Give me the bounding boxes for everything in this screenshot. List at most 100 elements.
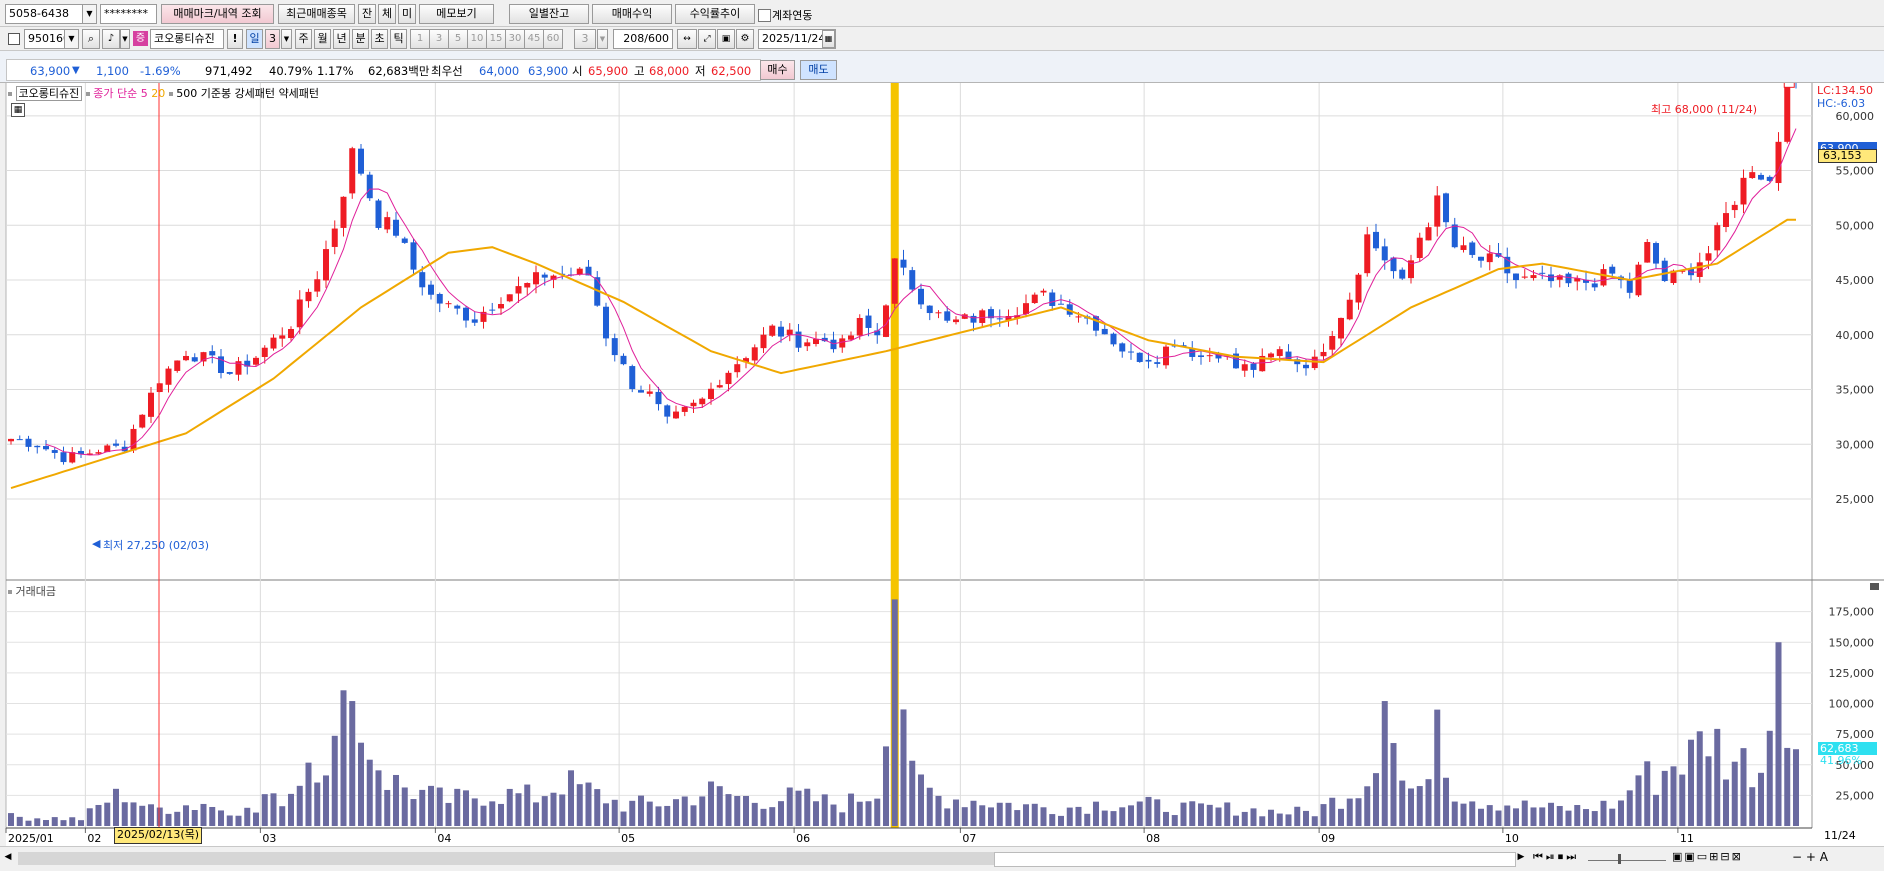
view-controls[interactable]: ▣▣▭⊞⊟⊠ — [1672, 850, 1743, 863]
volume-bar — [244, 807, 251, 826]
interval-button[interactable]: 15 — [486, 29, 506, 49]
chevron-down-icon[interactable]: ▼ — [120, 29, 130, 49]
chevron-left-icon[interactable]: ◀ — [2, 852, 14, 865]
volume-bar — [1731, 761, 1738, 826]
calendar-icon[interactable]: ▦ — [822, 30, 835, 48]
x-tick-label: 11 — [1680, 832, 1694, 845]
candle — [1635, 264, 1642, 296]
period-num[interactable]: 3 — [265, 29, 280, 49]
volume-bar — [865, 801, 872, 826]
period-year-button[interactable]: 년 — [333, 29, 350, 49]
volume-bar — [1705, 756, 1712, 826]
scroll-thumb[interactable] — [994, 852, 1516, 867]
legend-ma5[interactable]: 5 — [141, 87, 148, 100]
interval-button[interactable]: 45 — [524, 29, 544, 49]
period-min-button[interactable]: 분 — [352, 29, 369, 49]
zoom-controls[interactable]: − + A — [1792, 850, 1828, 864]
volume-bar — [218, 810, 224, 826]
interval-button[interactable]: 60 — [543, 29, 563, 49]
count-field[interactable]: 208/600 — [613, 29, 673, 49]
volume-bar — [1364, 786, 1371, 826]
period-month-button[interactable]: 월 — [314, 29, 331, 49]
save-icon[interactable]: ▣ — [717, 29, 735, 49]
candle — [60, 452, 67, 463]
trade-profit-button[interactable]: 매매수익 — [592, 4, 672, 24]
interval-button[interactable]: 5 — [448, 29, 468, 49]
search-icon[interactable]: ⌕ — [82, 29, 100, 49]
x-tick-label: 04 — [437, 832, 451, 845]
candle — [970, 315, 977, 323]
volume-bar — [209, 806, 216, 826]
chart-scrollbar[interactable]: ◀ ▶ ⏮⏯⏹⏭ ▣▣▭⊞⊟⊠ − + A — [0, 846, 1884, 871]
volume-bar — [1128, 805, 1134, 826]
zoom-slider[interactable] — [1588, 850, 1666, 866]
quote-amount: 62,683백만 — [368, 64, 430, 78]
stock-badge: 증 — [133, 31, 148, 46]
collapse-icon[interactable] — [1870, 583, 1879, 590]
link-icon[interactable]: ⤢ — [698, 29, 716, 49]
candle — [1705, 253, 1712, 261]
interval-select[interactable]: 3 — [574, 29, 596, 49]
che-button[interactable]: 체 — [378, 4, 396, 24]
chevron-down-icon[interactable]: ▼ — [281, 29, 292, 49]
volume-bar — [664, 805, 671, 826]
volume-bar — [1014, 810, 1021, 826]
interval-button[interactable]: 10 — [467, 29, 487, 49]
trade-marks-button[interactable]: 매매마크/내역 조회 — [161, 4, 274, 24]
legend-ma-label[interactable]: 종가 단순 — [93, 87, 137, 100]
period-sec-button[interactable]: 초 — [371, 29, 388, 49]
interval-button[interactable]: 1 — [410, 29, 430, 49]
grid-icon[interactable] — [8, 33, 20, 45]
candle — [25, 438, 32, 447]
interval-button[interactable]: 30 — [505, 29, 525, 49]
recent-trades-button[interactable]: 최근매매종목 — [278, 4, 355, 24]
account-link-checkbox[interactable] — [758, 9, 771, 22]
stock-name-field[interactable]: 코오롱티슈진 — [150, 29, 224, 49]
candle — [979, 310, 986, 323]
mi-button[interactable]: 미 — [398, 4, 416, 24]
quote-high: 68,000 — [649, 64, 690, 78]
daily-balance-button[interactable]: 일별잔고 — [509, 4, 589, 24]
legend-marker-icon — [168, 92, 173, 96]
legend-pattern2[interactable]: 약세패턴 — [279, 87, 319, 100]
volume-bar — [760, 808, 767, 826]
code-input[interactable]: 950160 ▼ — [24, 29, 79, 49]
quote-best-label: 최우선 — [431, 64, 463, 78]
jan-button[interactable]: 잔 — [358, 4, 376, 24]
zoom-handle[interactable] — [1618, 854, 1621, 864]
x-tick-label: 02 — [87, 832, 101, 845]
legend-pattern[interactable]: 500 기준봉 강세패턴 — [176, 87, 275, 100]
price-chart[interactable]: 25,000 30,000 35,000 40,000 45,000 50,000 55,0… — [0, 83, 1884, 853]
interval-button[interactable]: 3 — [429, 29, 449, 49]
password-field[interactable]: ******** — [100, 4, 157, 24]
volume-bar — [935, 795, 942, 826]
chevron-down-icon[interactable]: ▼ — [82, 5, 96, 23]
period-tick-button[interactable]: 틱 — [390, 29, 407, 49]
quote-vol-ratio: 40.79% — [269, 64, 313, 78]
sort-icon[interactable]: ↔ — [677, 29, 697, 49]
playback-controls[interactable]: ⏮⏯⏹⏭ — [1533, 850, 1579, 864]
candle — [690, 402, 697, 407]
sell-button[interactable]: 매도 — [800, 60, 837, 80]
volume-bar — [944, 808, 951, 826]
legend-stock[interactable]: 코오롱티슈진 — [15, 86, 83, 101]
chevron-down-icon[interactable]: ▼ — [597, 29, 608, 49]
alert-button[interactable]: ! — [227, 29, 243, 49]
period-week-button[interactable]: 주 — [295, 29, 312, 49]
period-day-button[interactable]: 일 — [246, 29, 263, 49]
buy-button[interactable]: 매수 — [760, 60, 795, 80]
volume-bar — [620, 811, 627, 826]
account-select[interactable]: 5058-6438 ▼ — [5, 4, 97, 24]
scroll-track[interactable] — [18, 852, 994, 865]
memo-button[interactable]: 메모보기 — [419, 4, 494, 24]
chevron-right-icon[interactable]: ▶ — [1514, 852, 1528, 865]
return-trend-button[interactable]: 수익률추이 — [675, 4, 755, 24]
legend-ma20[interactable]: 20 — [151, 87, 165, 100]
table-icon[interactable]: ▦ — [11, 103, 25, 117]
candle — [148, 392, 154, 417]
candle — [288, 329, 294, 339]
chevron-down-icon[interactable]: ▼ — [64, 30, 78, 48]
candle — [314, 279, 321, 292]
gear-icon[interactable]: ⚙ — [736, 29, 754, 49]
speaker-icon[interactable]: ♪ — [102, 29, 120, 49]
